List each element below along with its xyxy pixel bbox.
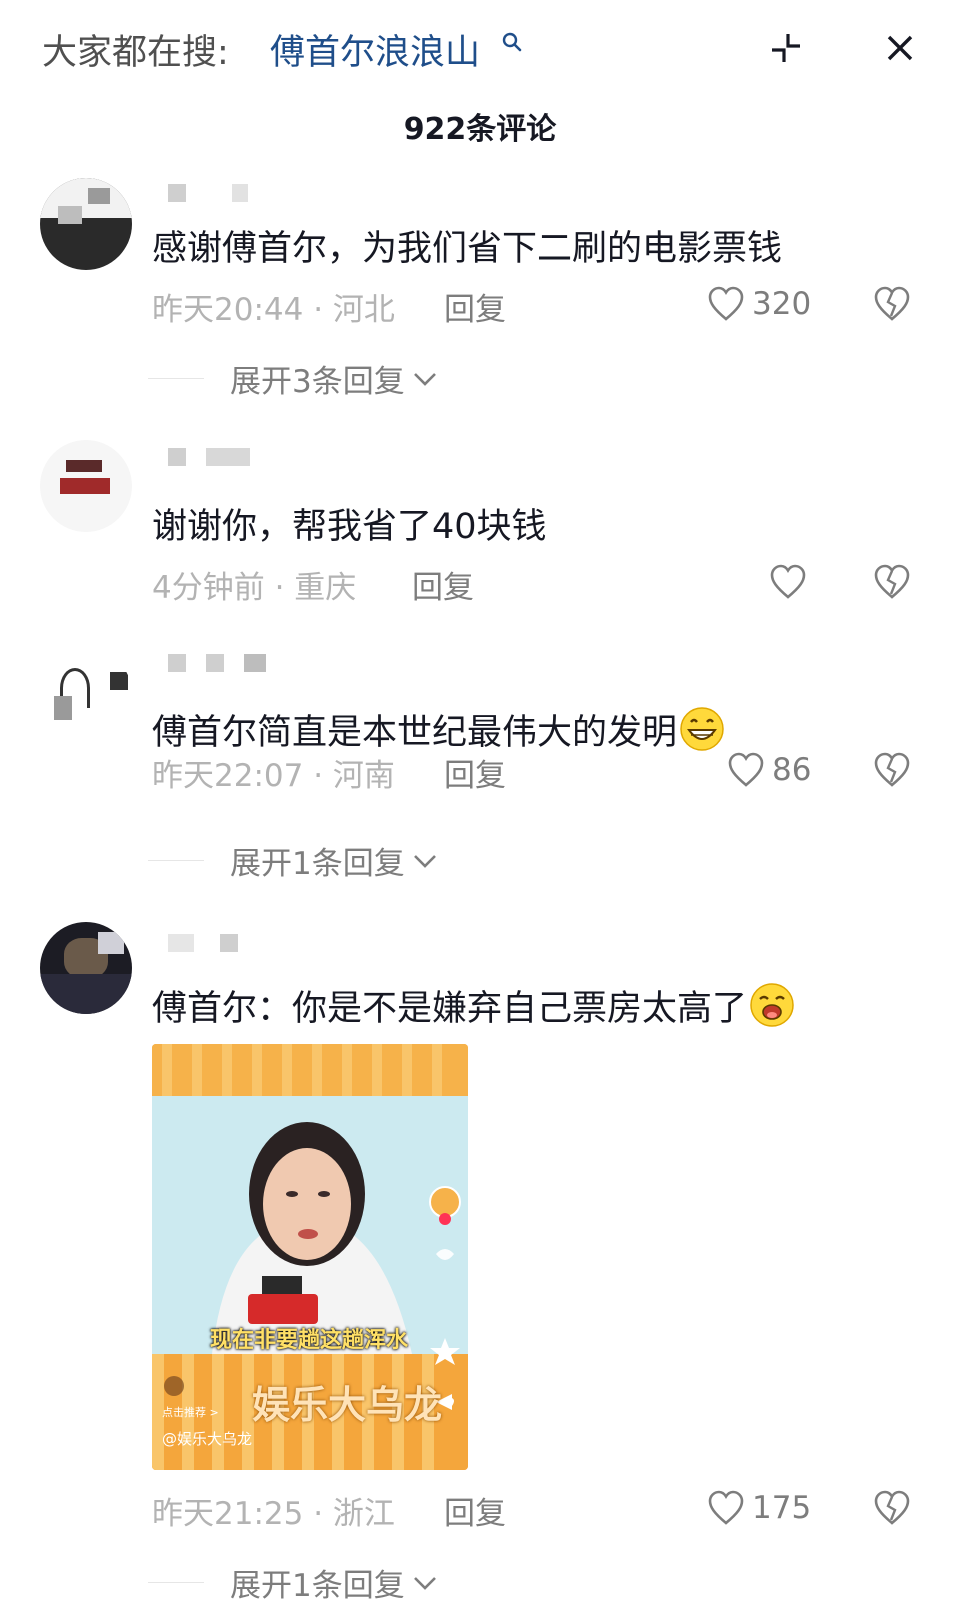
username-blurred[interactable] <box>168 934 288 954</box>
expand-replies-button[interactable]: 展开1条回复 <box>148 1560 439 1605</box>
search-prefix-label: 大家都在搜: <box>42 33 229 73</box>
search-icon[interactable] <box>500 30 524 54</box>
comment-text: 感谢傅首尔，为我们省下二刷的电影票钱 <box>152 229 783 269</box>
heart-icon <box>708 286 744 321</box>
broken-heart-icon[interactable] <box>872 284 912 324</box>
broken-heart-icon[interactable] <box>872 1488 912 1528</box>
thumbnail-brand-logo: 娱乐大乌龙 <box>252 1383 443 1427</box>
comment-text: 谢谢你，帮我省了40块钱 <box>152 507 547 547</box>
reply-button[interactable]: 回复 <box>444 750 506 795</box>
like-button[interactable]: 86 <box>726 748 811 792</box>
username-blurred[interactable] <box>168 654 288 674</box>
chevron-down-icon <box>413 1576 436 1590</box>
username-blurred[interactable] <box>168 184 288 204</box>
broken-heart-icon[interactable] <box>872 750 912 790</box>
divider-line <box>148 1582 204 1583</box>
search-suggestion-link[interactable]: 傅首尔浪浪山 <box>270 24 480 75</box>
expand-replies-button[interactable]: 展开1条回复 <box>148 838 439 883</box>
like-count: 175 <box>752 1490 812 1526</box>
avatar[interactable] <box>40 440 132 532</box>
comment-meta: 昨天21:25 · 浙江 <box>152 1496 395 1532</box>
avatar[interactable] <box>40 922 132 1014</box>
thumbnail-recommend-label: 点击推荐 > <box>162 1406 219 1419</box>
heart-icon <box>770 564 806 599</box>
grin-emoji-icon <box>680 707 724 751</box>
thumbnail-handle: @娱乐大乌龙 <box>162 1430 253 1448</box>
comment-meta: 昨天22:07 · 河南 <box>152 758 395 794</box>
avatar[interactable] <box>40 648 132 740</box>
shrink-icon[interactable] <box>768 30 804 66</box>
reply-button[interactable]: 回复 <box>412 562 474 607</box>
comment-text: 傅首尔简直是本世纪最伟大的发明 <box>152 704 725 755</box>
comment-image-thumbnail[interactable]: 现在非要趟这趟浑水 娱乐大乌龙 点击推荐 > @娱乐大乌龙 <box>152 1044 468 1470</box>
like-button[interactable] <box>768 560 808 604</box>
comment-count: 922条评论 <box>403 112 557 147</box>
heart-icon <box>728 752 764 787</box>
username-blurred[interactable] <box>168 448 288 468</box>
top-bar: 大家都在搜: 傅首尔浪浪山 <box>0 0 960 100</box>
divider-line <box>148 860 204 861</box>
broken-heart-icon[interactable] <box>872 562 912 602</box>
laugh-emoji-icon <box>750 983 794 1027</box>
expand-replies-label: 展开1条回复 <box>230 1568 405 1604</box>
expand-replies-button[interactable]: 展开3条回复 <box>148 356 439 401</box>
thumbnail-caption: 现在非要趟这趟浑水 <box>210 1328 409 1353</box>
comment-text: 傅首尔：你是不是嫌弃自己票房太高了 <box>152 980 795 1031</box>
like-count: 86 <box>772 752 812 788</box>
close-icon[interactable] <box>884 32 916 64</box>
like-button[interactable]: 320 <box>706 282 811 326</box>
chevron-down-icon <box>413 372 436 386</box>
reply-button[interactable]: 回复 <box>444 1488 506 1533</box>
heart-icon <box>708 1490 744 1525</box>
like-count: 320 <box>752 286 812 322</box>
comment-meta: 昨天20:44 · 河北 <box>152 292 395 328</box>
chevron-down-icon <box>413 854 436 868</box>
like-button[interactable]: 175 <box>706 1486 811 1530</box>
comment-meta: 4分钟前 · 重庆 <box>152 570 357 606</box>
comment-text-content: 傅首尔简直是本世纪最伟大的发明 <box>152 713 678 753</box>
comment-text-content: 傅首尔：你是不是嫌弃自己票房太高了 <box>152 989 748 1029</box>
reply-button[interactable]: 回复 <box>444 284 506 329</box>
expand-replies-label: 展开1条回复 <box>230 846 405 882</box>
divider-line <box>148 378 204 379</box>
avatar[interactable] <box>40 178 132 270</box>
expand-replies-label: 展开3条回复 <box>230 364 405 400</box>
